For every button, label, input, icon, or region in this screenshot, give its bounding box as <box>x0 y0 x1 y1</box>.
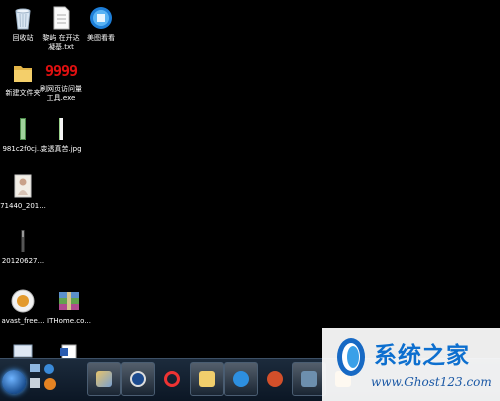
ghost123-watermark: 系统之家 www.Ghost123.com <box>322 328 500 401</box>
sogou-icon <box>233 371 249 387</box>
meitu-orb-icon <box>88 5 114 31</box>
firefox-small-icon[interactable] <box>44 378 56 390</box>
photo-thumbnail-icon <box>10 173 36 199</box>
desktop: 回收站 新建文件夹 981c2f0cj... 71440_201... 2012… <box>0 0 500 401</box>
ithome-label: ITHome.co... <box>47 317 91 325</box>
counter-tool-icon[interactable]: 9999 刷网页访问量 工具.exe <box>38 60 84 103</box>
network-monitor-icon <box>301 371 317 387</box>
taskbar-app-explorer[interactable] <box>190 362 224 396</box>
recycle-bin-glyph-icon <box>10 5 36 31</box>
avast-label: avast_free... <box>1 317 45 325</box>
media-player-icon <box>130 371 146 387</box>
pictures-icon <box>96 371 112 387</box>
ithome-icon[interactable]: ITHome.co... <box>46 288 92 326</box>
taskbar-app-sogou[interactable] <box>224 362 258 396</box>
counter-display-icon: 9999 <box>42 60 80 82</box>
winrar-archive-icon <box>56 288 82 314</box>
image-2012-icon[interactable]: 20120627... <box>0 228 46 266</box>
ie-small-icon[interactable] <box>44 364 54 374</box>
taskbar-app-qq[interactable] <box>258 362 292 396</box>
folder-icon <box>10 60 36 86</box>
qq-player-icon <box>164 371 180 387</box>
transparent-jpg-label: 变透真苦.jpg <box>40 145 82 153</box>
start-button[interactable] <box>2 370 26 394</box>
explorer-folder-icon <box>199 371 215 387</box>
show-desktop-small-icon[interactable] <box>30 364 40 372</box>
watermark-logo-icon <box>334 336 368 378</box>
counter-tool-label: 刷网页访问量 工具.exe <box>40 85 82 102</box>
meitu-viewer-label: 美图看看 <box>87 34 115 42</box>
avast-orb-icon <box>10 288 36 314</box>
transparent-jpg-icon[interactable]: 变透真苦.jpg <box>38 116 84 154</box>
image-thumbnail-icon <box>10 116 36 142</box>
meitu-viewer-icon[interactable]: 美图看看 <box>78 5 124 43</box>
document-icon <box>48 5 74 31</box>
taskbar-app-network[interactable] <box>292 362 326 396</box>
image-71440-label: 71440_201... <box>0 202 46 210</box>
taskbar-app-media-player[interactable] <box>121 362 155 396</box>
watermark-url: www.Ghost123.com <box>371 375 492 389</box>
watermark-title: 系统之家 <box>374 342 470 369</box>
image-71440-icon[interactable]: 71440_201... <box>0 173 46 211</box>
qq-penguin-icon <box>267 371 283 387</box>
counter-digits: 9999 <box>44 62 78 80</box>
tray-small-icons <box>30 364 58 398</box>
jpg-thumbnail-icon <box>48 116 74 142</box>
taskbar-app-qq-player[interactable] <box>155 362 189 396</box>
avast-icon[interactable]: avast_free... <box>0 288 46 326</box>
narrow-image-icon <box>10 228 36 254</box>
image-2012-label: 20120627... <box>1 257 45 265</box>
taskbar-app-pictures[interactable] <box>87 362 121 396</box>
trash-small-icon[interactable] <box>30 378 40 388</box>
